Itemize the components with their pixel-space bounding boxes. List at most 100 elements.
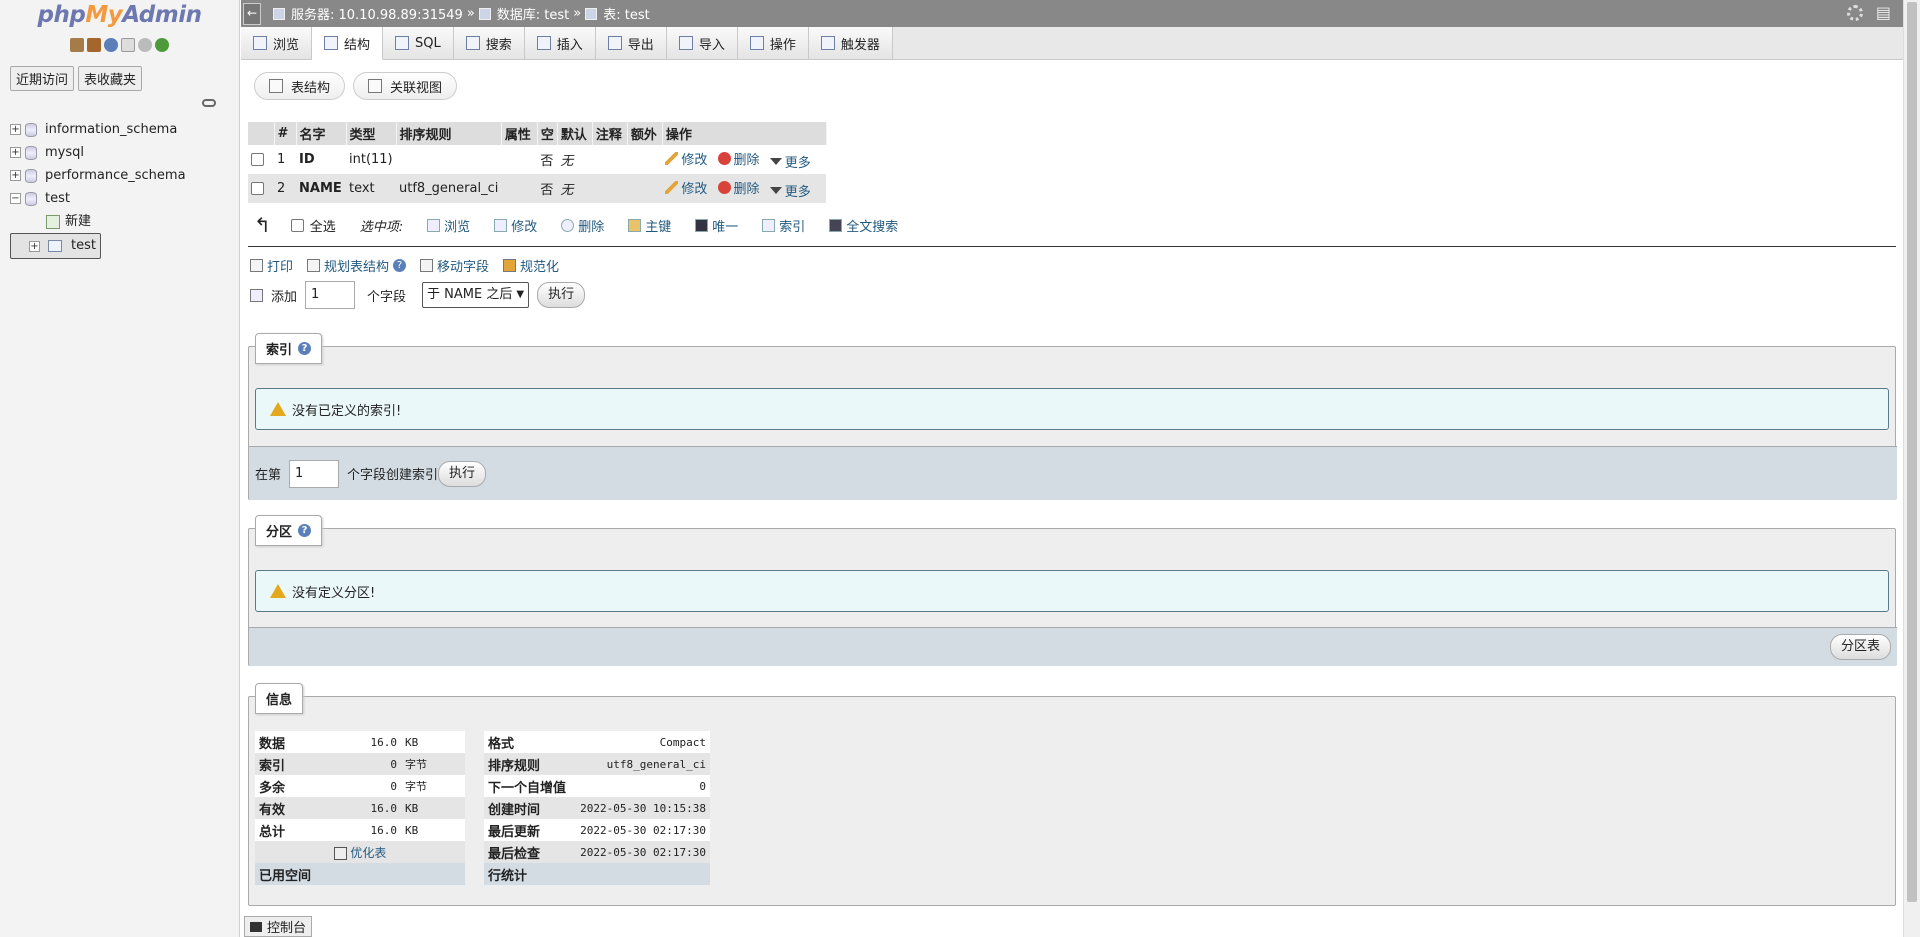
partition-table-button[interactable]: 分区表 [1829, 634, 1891, 660]
link-with-main-icon[interactable] [202, 99, 216, 107]
tab-sql[interactable]: SQL [383, 27, 454, 59]
recent-tab[interactable]: 近期访问 [10, 66, 75, 91]
browse-icon [253, 36, 267, 50]
docs-icon[interactable] [121, 38, 135, 52]
home-icon[interactable] [70, 38, 84, 52]
add-count-input[interactable]: 1 [305, 281, 356, 309]
move-columns-link[interactable]: 移动字段 [420, 256, 489, 275]
propose-structure-link[interactable]: 规划表结构? [307, 256, 407, 275]
info-value: Compact [572, 731, 710, 753]
edit-column-button[interactable]: 修改 [665, 149, 707, 168]
more-actions-button[interactable]: 更多 [769, 152, 811, 171]
select-all-checkbox[interactable] [290, 218, 304, 232]
info-key: 创建时间 [484, 797, 573, 819]
bulk-edit-button[interactable]: 修改 [494, 216, 537, 235]
drop-column-button[interactable]: 删除 [717, 178, 760, 197]
info-value: 2022-05-30 02:17:30 [572, 819, 710, 841]
tree-item-new-table[interactable]: 新建 [10, 210, 235, 233]
tab-import[interactable]: 导入 [666, 27, 738, 59]
pencil-icon [665, 180, 679, 194]
info-key: 有效 [255, 797, 328, 819]
info-value: 16.0 [327, 731, 402, 753]
print-link[interactable]: 打印 [250, 256, 293, 275]
row-number: 2 [274, 174, 296, 203]
logo-admin: Admin [122, 2, 202, 28]
index-columns-input[interactable]: 1 [289, 459, 340, 488]
tab-search[interactable]: 搜索 [453, 27, 525, 59]
help-icon[interactable]: ? [393, 259, 407, 272]
subtab-table-structure[interactable]: 表结构 [254, 72, 346, 100]
tab-structure[interactable]: 结构 [312, 27, 384, 60]
table-row: 优化表 [255, 841, 465, 863]
bulk-browse-button[interactable]: 浏览 [427, 216, 470, 235]
console-toggle[interactable]: 控制台 [244, 916, 313, 937]
action-label: 更多 [784, 184, 811, 200]
chevron-down-icon: ▼ [516, 289, 525, 300]
column-header: 默认 [557, 122, 593, 145]
table-row: 下一个自增值 0 [484, 775, 710, 797]
edit-column-button[interactable]: 修改 [665, 178, 707, 197]
scrollbar-thumb[interactable] [1907, 2, 1917, 902]
collapse-menu-icon[interactable]: ▤ [1876, 3, 1891, 22]
tab-triggers[interactable]: 触发器 [808, 27, 893, 59]
space-usage-table: 数据 16.0 KB 索引 0 字节 多余 0 字节 有效 16.0 KB 总计 16.0 KB 优… [255, 731, 465, 885]
row-checkbox[interactable] [251, 182, 264, 195]
tab-operations[interactable]: 操作 [737, 27, 809, 59]
logout-icon[interactable] [87, 38, 101, 52]
select-value: 于 NAME 之后 [427, 287, 513, 302]
tree-item-test-table[interactable]: + test [10, 233, 101, 259]
help-icon[interactable] [104, 38, 118, 52]
subtab-relation-view[interactable]: 关联视图 [353, 72, 458, 100]
reload-icon[interactable] [155, 38, 169, 52]
normalize-icon [503, 259, 517, 272]
tree-item-label: test [45, 191, 70, 206]
expand-icon[interactable]: + [29, 240, 40, 252]
info-value: 16.0 [327, 797, 402, 819]
normalize-link[interactable]: 规范化 [503, 256, 559, 275]
row-checkbox[interactable] [251, 153, 264, 166]
more-actions-button[interactable]: 更多 [769, 181, 811, 200]
breadcrumb-table[interactable]: 表: test [603, 4, 649, 23]
bulk-primary-button[interactable]: 主键 [628, 216, 671, 235]
expand-icon[interactable]: + [10, 124, 21, 135]
phpmyadmin-logo[interactable]: phpMyAdmin [0, 0, 239, 28]
field-null: 否 [537, 145, 558, 174]
select-all-label[interactable]: 全选 [310, 216, 336, 235]
column-header[interactable]: 名字 [296, 122, 347, 145]
bulk-unique-button[interactable]: 唯一 [695, 216, 738, 235]
info-key: 索引 [255, 753, 328, 775]
expand-icon[interactable]: + [10, 170, 21, 181]
tab-export[interactable]: 导出 [595, 27, 667, 59]
table-row: 格式 Compact [484, 731, 710, 753]
tab-browse[interactable]: 浏览 [241, 27, 313, 59]
create-index-go-button[interactable]: 执行 [438, 460, 487, 487]
tab-insert[interactable]: 插入 [524, 27, 596, 59]
tab-label: 插入 [556, 37, 583, 53]
optimize-table-link[interactable]: 优化表 [350, 846, 386, 860]
favorites-tab[interactable]: 表收藏夹 [78, 66, 143, 91]
add-position-select[interactable]: 于 NAME 之后 ▼ [422, 282, 530, 308]
drop-column-button[interactable]: 删除 [717, 149, 760, 168]
breadcrumb-server[interactable]: 服务器: 10.10.98.89:31549 [291, 4, 463, 23]
tree-item-information-schema[interactable]: + information_schema [10, 118, 235, 141]
vertical-scrollbar[interactable] [1903, 0, 1920, 937]
tree-item-mysql[interactable]: + mysql [10, 141, 235, 164]
bulk-fulltext-button[interactable]: 全文搜索 [829, 216, 898, 235]
breadcrumb-database[interactable]: 数据库: test [497, 4, 569, 23]
tree-item-test-db[interactable]: − test [10, 187, 235, 210]
expand-icon[interactable]: + [10, 147, 21, 158]
help-icon[interactable]: ? [298, 342, 312, 355]
bulk-drop-button[interactable]: 删除 [561, 216, 604, 235]
collapse-icon[interactable]: − [10, 193, 21, 204]
gear-icon[interactable] [1847, 5, 1863, 21]
settings-icon[interactable] [138, 38, 152, 52]
help-icon[interactable]: ? [298, 524, 312, 537]
tree-item-performance-schema[interactable]: + performance_schema [10, 164, 235, 187]
collapse-nav-button[interactable]: ← [243, 2, 261, 25]
breadcrumb-separator: » [466, 6, 475, 21]
add-go-button[interactable]: 执行 [537, 282, 586, 308]
info-value: 0 [327, 775, 402, 797]
info-unit: KB [401, 731, 465, 753]
tool-label: 打印 [267, 260, 294, 275]
bulk-index-button[interactable]: 索引 [762, 216, 805, 235]
